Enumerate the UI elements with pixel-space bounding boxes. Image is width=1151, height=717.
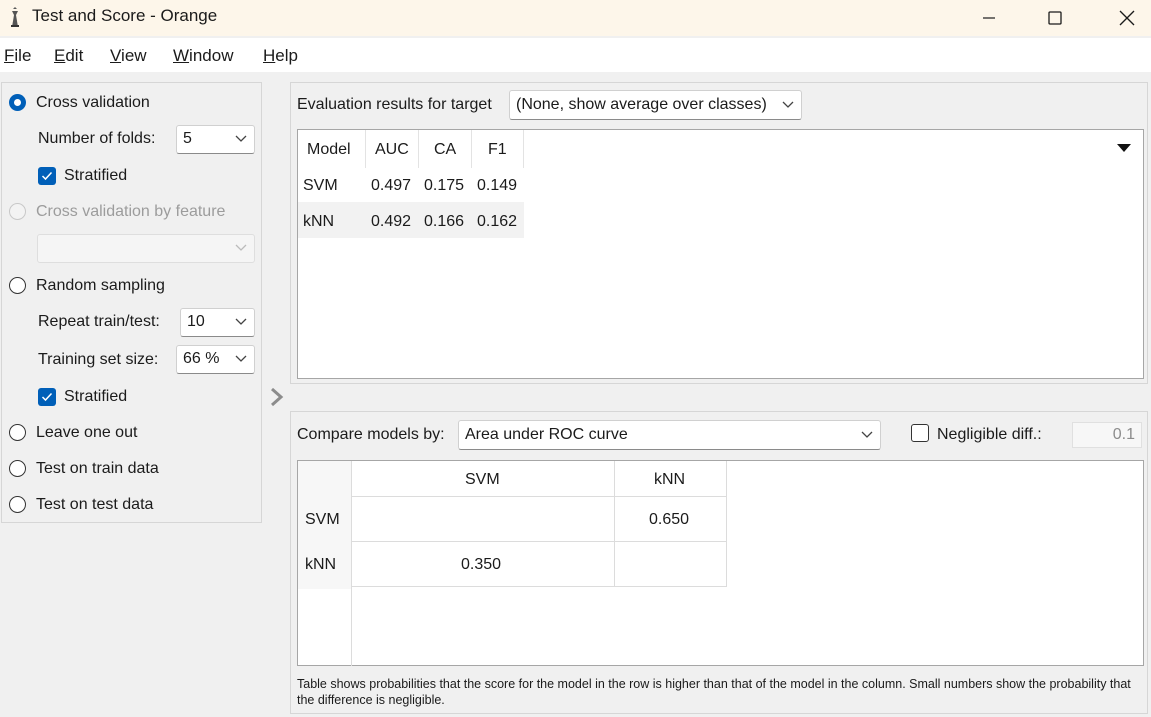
row-svm-auc[interactable]: 0.497 — [371, 177, 411, 195]
cv-by-feature-label[interactable]: Cross validation by feature — [36, 203, 225, 221]
collapse-panel-arrow-icon[interactable] — [268, 386, 286, 408]
cell-knn-svm[interactable]: 0.350 — [461, 556, 501, 574]
repeat-label: Repeat train/test: — [38, 313, 160, 330]
column-menu-triangle-icon[interactable] — [1116, 143, 1132, 153]
header-auc[interactable]: AUC — [375, 141, 409, 159]
menu-file[interactable]: File — [4, 46, 31, 66]
compare-select[interactable]: Area under ROC curve — [458, 420, 881, 450]
radio-random-sampling[interactable] — [9, 277, 26, 294]
evaluation-results-table: Model AUC CA F1 SVM 0.497 0.175 0.149 kN… — [297, 129, 1144, 379]
cross-validation-label[interactable]: Cross validation — [36, 94, 150, 112]
target-value: (None, show average over classes) — [516, 96, 767, 113]
header-separator — [523, 130, 524, 168]
radio-test-on-test[interactable] — [9, 496, 26, 513]
grid-line — [351, 461, 352, 666]
menu-view[interactable]: View — [110, 46, 147, 66]
comparison-footnote: Table shows probabilities that the score… — [297, 677, 1131, 707]
header-ca[interactable]: CA — [434, 141, 456, 159]
chevron-down-icon — [861, 431, 873, 438]
close-icon — [1119, 10, 1135, 26]
negligible-diff-checkbox[interactable] — [911, 424, 929, 442]
radio-cross-validation[interactable] — [9, 94, 26, 111]
folds-value: 5 — [183, 130, 192, 147]
minimize-button[interactable] — [966, 0, 1012, 36]
row-knn-f1[interactable]: 0.162 — [477, 213, 517, 231]
header-separator — [365, 130, 366, 168]
folds-select[interactable]: 5 — [176, 125, 255, 154]
repeat-select[interactable]: 10 — [180, 308, 255, 337]
col-header-knn[interactable]: kNN — [654, 471, 685, 489]
random-sampling-label[interactable]: Random sampling — [36, 277, 165, 295]
compare-label: Compare models by: — [297, 426, 445, 443]
cell-svm-knn[interactable]: 0.650 — [649, 511, 689, 529]
row-knn-ca[interactable]: 0.166 — [424, 213, 464, 231]
row-svm-ca[interactable]: 0.175 — [424, 177, 464, 195]
row-knn-auc[interactable]: 0.492 — [371, 213, 411, 231]
check-icon — [41, 171, 53, 181]
negligible-diff-input[interactable]: 0.1 — [1072, 422, 1142, 448]
stratified-checkbox-cv[interactable] — [38, 167, 56, 185]
grid-line — [614, 461, 615, 586]
stratified-label-random[interactable]: Stratified — [64, 388, 127, 406]
repeat-value: 10 — [187, 313, 205, 330]
minimize-icon — [983, 17, 995, 19]
test-on-test-label[interactable]: Test on test data — [36, 496, 153, 514]
leave-one-out-label[interactable]: Leave one out — [36, 424, 137, 442]
train-size-label: Training set size: — [38, 351, 159, 368]
row-header-knn[interactable]: kNN — [305, 556, 336, 574]
chevron-down-icon — [235, 135, 247, 142]
model-comparison-table: SVM kNN SVM 0.650 kNN 0.350 — [297, 460, 1144, 666]
maximize-button[interactable] — [1032, 0, 1078, 36]
menu-edit[interactable]: Edit — [54, 46, 83, 66]
menu-window[interactable]: Window — [173, 46, 233, 66]
grid-line — [726, 461, 727, 586]
target-label: Evaluation results for target — [297, 96, 492, 113]
radio-test-on-train[interactable] — [9, 460, 26, 477]
train-size-value: 66 % — [183, 350, 220, 367]
stratified-label-cv[interactable]: Stratified — [64, 167, 127, 185]
target-select[interactable]: (None, show average over classes) — [509, 90, 802, 120]
chevron-down-icon — [235, 244, 247, 251]
test-on-train-label[interactable]: Test on train data — [36, 460, 159, 478]
orange-app-icon — [11, 7, 19, 27]
header-f1[interactable]: F1 — [488, 141, 507, 159]
radio-cv-by-feature[interactable] — [9, 203, 26, 220]
folds-label: Number of folds: — [38, 130, 156, 147]
menu-bar: File Edit View Window Help — [0, 38, 1151, 72]
check-icon — [41, 392, 53, 402]
grid-line — [351, 541, 727, 542]
title-bar: Test and Score - Orange — [0, 0, 1151, 36]
negligible-diff-label[interactable]: Negligible diff.: — [937, 426, 1042, 444]
window-title: Test and Score - Orange — [32, 6, 218, 25]
header-separator — [471, 130, 472, 168]
train-size-select[interactable]: 66 % — [176, 345, 255, 374]
chevron-down-icon — [782, 101, 794, 108]
row-svm-f1[interactable]: 0.149 — [477, 177, 517, 195]
chevron-down-icon — [235, 355, 247, 362]
grid-line — [351, 496, 727, 497]
grid-line — [351, 586, 727, 587]
feature-select[interactable] — [37, 234, 255, 263]
maximize-icon — [1048, 11, 1062, 25]
menu-help[interactable]: Help — [263, 46, 298, 66]
row-knn-model[interactable]: kNN — [303, 213, 334, 231]
row-header-svm[interactable]: SVM — [305, 511, 340, 529]
header-separator — [418, 130, 419, 168]
chevron-down-icon — [235, 318, 247, 325]
stratified-checkbox-random[interactable] — [38, 388, 56, 406]
close-button[interactable] — [1104, 0, 1150, 36]
col-header-svm[interactable]: SVM — [465, 471, 500, 489]
compare-value: Area under ROC curve — [465, 426, 628, 443]
header-model[interactable]: Model — [307, 141, 351, 159]
radio-leave-one-out[interactable] — [9, 424, 26, 441]
row-svm-model[interactable]: SVM — [303, 177, 338, 195]
